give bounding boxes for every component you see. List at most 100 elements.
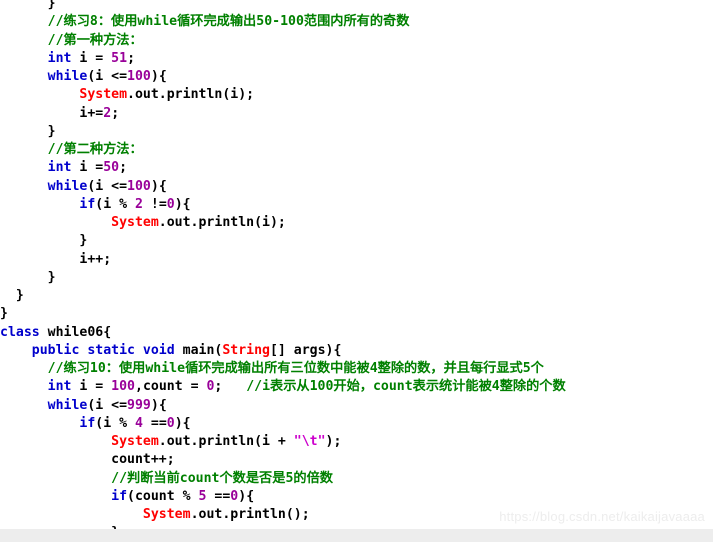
code-token-cmt: 50-100 — [256, 14, 304, 30]
code-token-num: 2 — [103, 105, 112, 121]
code-token-plain: ; — [127, 50, 136, 66]
code-token-kw: if — [79, 415, 96, 431]
code-line: int i = 100,count = 0; //i表示从100开始，count… — [0, 378, 713, 396]
code-token-plain: while06{ — [39, 324, 112, 340]
code-token-plain: [] args){ — [269, 342, 342, 358]
code-line: } — [0, 305, 713, 323]
code-token-cmt: 4 — [491, 379, 500, 395]
code-token-cmt: 5 — [522, 361, 531, 376]
code-token-cls: System — [111, 215, 159, 230]
code-line: class while06{ — [0, 324, 713, 342]
code-token-plain: ; — [214, 379, 247, 395]
code-token-kw: class — [0, 324, 40, 340]
code-token-cmt: count — [179, 470, 220, 486]
code-token-cls: System — [142, 507, 191, 522]
code-token-cmt: // — [47, 32, 64, 48]
code-token-plain: ){ — [238, 488, 255, 504]
code-token-num: 0 — [166, 415, 175, 431]
code-token-kw: int — [47, 379, 72, 395]
code-token-plain: } — [0, 306, 8, 322]
code-line: count++; — [0, 451, 713, 469]
code-token-kw: while — [47, 397, 88, 413]
code-token-plain: (count % — [127, 488, 199, 504]
code-line: } — [0, 232, 713, 250]
code-line: System.out.println(i + "\t"); — [0, 433, 713, 451]
code-token-plain: != — [142, 196, 167, 212]
code-token-cls: String — [222, 342, 270, 358]
code-token-cls: System — [111, 434, 159, 449]
code-token-plain: ,count = — [135, 379, 207, 395]
code-token-kw: public static void — [31, 342, 175, 358]
code-line: i+=2; — [0, 105, 713, 123]
code-line: if(count % 5 ==0){ — [0, 488, 713, 506]
code-token-plain: (i % — [95, 196, 135, 212]
code-line: System.out.println(i); — [0, 214, 713, 232]
code-token-plain: count++; — [111, 452, 175, 468]
code-token-num: 999 — [127, 397, 151, 413]
code-token-cls: System — [79, 87, 128, 103]
code-token-plain: ; — [119, 160, 128, 176]
code-token-cmt: count — [372, 379, 413, 395]
code-token-plain: } — [47, 0, 56, 11]
code-token-cmt: 的倍数 — [293, 470, 333, 486]
code-token-cmt: 范围内所有的奇数 — [303, 14, 410, 30]
code-line: } — [0, 123, 713, 141]
code-line: } — [0, 287, 713, 305]
code-token-cmt: // — [47, 142, 64, 157]
code-line: while(i <=999){ — [0, 397, 713, 415]
code-token-plain: i+= — [79, 105, 104, 121]
code-token-plain: i = — [71, 379, 112, 395]
code-token-cmt: 第一种方法： — [63, 32, 143, 48]
code-token-cmt: 8 — [89, 14, 98, 30]
code-token-cmt: // — [47, 361, 64, 376]
code-token-kw: if — [111, 488, 128, 504]
code-token-cmt: // — [47, 14, 64, 30]
code-token-plain: ){ — [174, 415, 191, 431]
code-token-kw: int — [47, 50, 72, 66]
code-line: } — [0, 0, 713, 13]
code-token-plain: (i <= — [87, 69, 128, 84]
code-token-plain: } — [15, 288, 24, 303]
code-line: if(i % 2 !=0){ — [0, 196, 713, 214]
bottom-strip — [0, 529, 713, 542]
code-token-num: 100 — [127, 178, 151, 194]
code-token-plain: ){ — [150, 397, 167, 413]
code-line: //练习8：使用while循环完成输出50-100范围内所有的奇数 — [0, 13, 713, 31]
code-token-plain: == — [206, 488, 231, 504]
code-token-num: 0 — [166, 196, 175, 212]
code-line: //第一种方法： — [0, 32, 713, 50]
code-line: System.out.println(i); — [0, 86, 713, 104]
code-token-cmt: while — [145, 361, 186, 376]
code-token-cmt: 表示从 — [270, 379, 310, 395]
code-line: System.out.println(); — [0, 506, 713, 524]
code-token-cmt: ：使用 — [97, 14, 138, 30]
code-token-num: 2 — [135, 196, 143, 212]
code-token-plain: i++; — [79, 251, 112, 267]
code-token-cmt: 10 — [89, 361, 106, 376]
code-viewport[interactable]: } //练习8：使用while循环完成输出50-100范围内所有的奇数 //第一… — [0, 0, 713, 542]
code-token-cmt: 100 — [309, 379, 334, 395]
code-token-num: 100 — [127, 69, 151, 84]
code-token-cmt: while — [137, 14, 178, 30]
code-token-plain: ; — [111, 105, 120, 121]
code-token-num: 4 — [135, 415, 143, 431]
code-token-plain: } — [47, 123, 56, 139]
